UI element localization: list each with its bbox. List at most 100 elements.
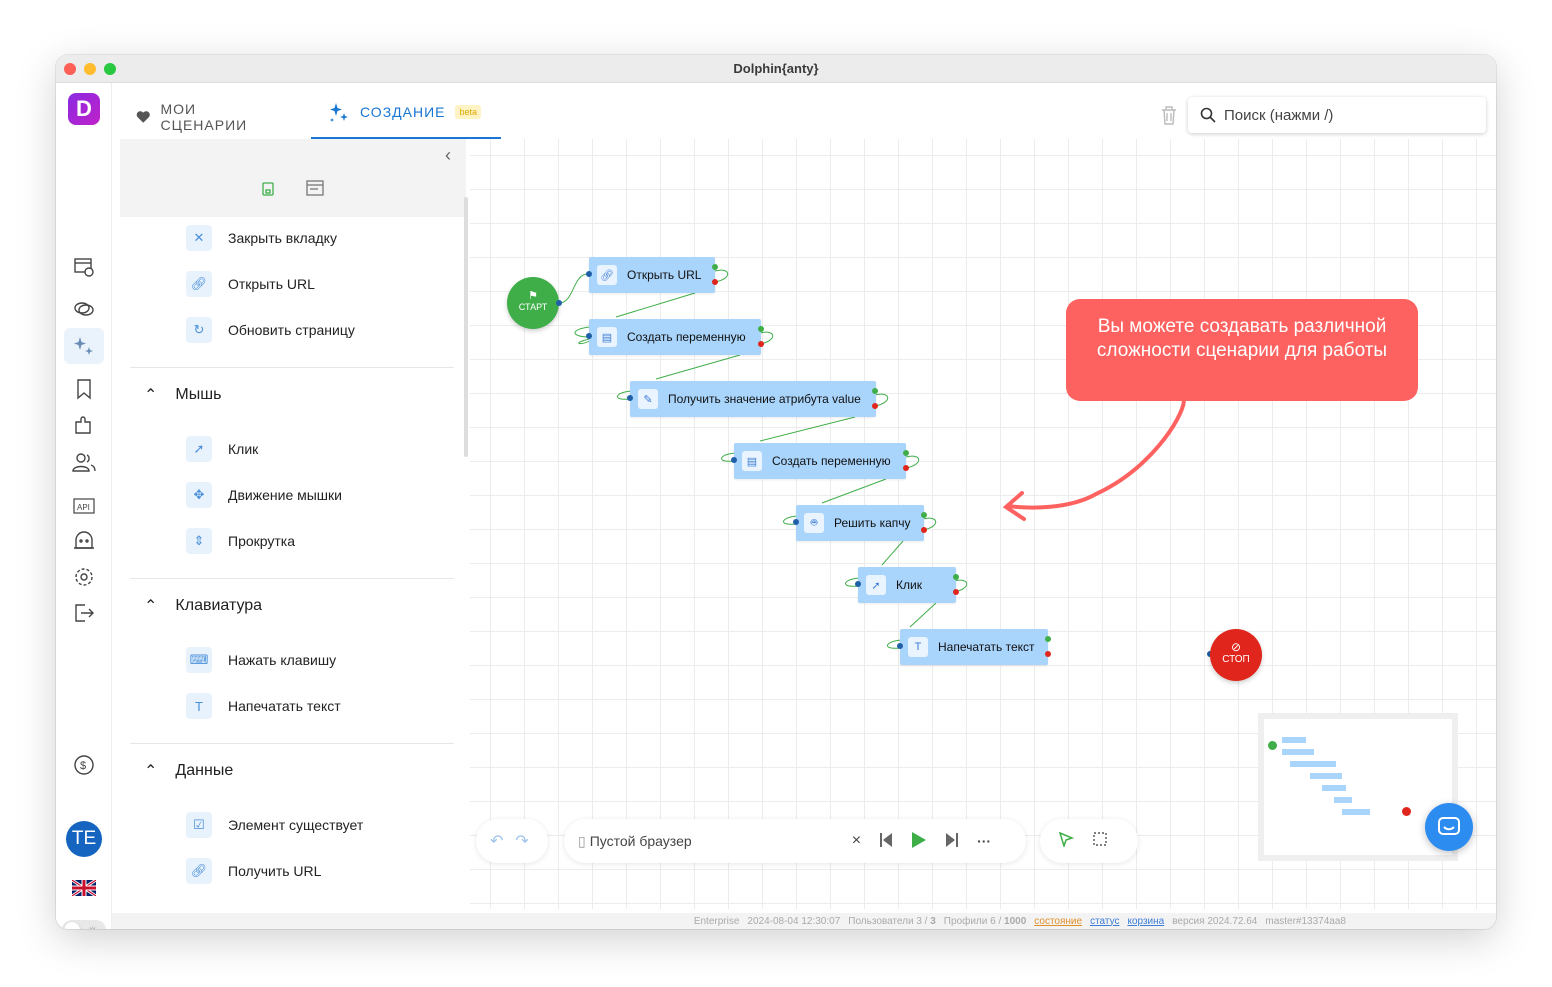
node-label: Клик xyxy=(896,578,922,592)
start-label: СТАРТ xyxy=(518,302,548,312)
browser-profiles-icon[interactable] xyxy=(72,255,96,279)
error-port[interactable] xyxy=(758,341,764,347)
node-solve-captcha[interactable]: 🤖︎ Решить капчу xyxy=(796,505,924,541)
input-port[interactable] xyxy=(793,519,799,525)
scenario-canvas[interactable]: ⚑ СТАРТ 🔗︎ Открыть URL ▤ Создать перемен… xyxy=(470,139,1496,909)
minimap-node xyxy=(1310,773,1342,779)
node-label: Получить значение атрибута value xyxy=(668,392,861,406)
node-type-text[interactable]: T Напечатать текст xyxy=(900,629,1048,665)
bookmark-icon[interactable] xyxy=(72,377,96,401)
action-mouse-move[interactable]: ✥ Движение мышки xyxy=(186,482,342,508)
error-port[interactable] xyxy=(903,465,909,471)
success-port[interactable] xyxy=(953,574,959,580)
node-create-variable[interactable]: ▤ Создать переменную xyxy=(589,319,761,355)
success-port[interactable] xyxy=(872,388,878,394)
app-logo[interactable]: D xyxy=(68,93,100,125)
action-get-url[interactable]: 🔗︎ Получить URL xyxy=(186,858,321,884)
version-label: версия 2024.72.64 xyxy=(1172,915,1258,927)
node-label: Открыть URL xyxy=(627,268,702,282)
scenarios-icon[interactable] xyxy=(72,334,96,358)
notes-icon[interactable] xyxy=(306,179,324,202)
step-forward-icon[interactable] xyxy=(945,832,959,851)
input-port[interactable] xyxy=(586,271,592,277)
error-port[interactable] xyxy=(953,589,959,595)
search-icon xyxy=(1200,107,1216,123)
error-port[interactable] xyxy=(921,527,927,533)
panel-scrollbar[interactable] xyxy=(464,197,468,457)
save-icon[interactable] xyxy=(260,181,276,202)
error-port[interactable] xyxy=(872,403,878,409)
node-open-url[interactable]: 🔗︎ Открыть URL xyxy=(589,257,715,293)
minimap-node xyxy=(1322,785,1346,791)
node-get-attribute[interactable]: ✎ Получить значение атрибута value xyxy=(630,381,876,417)
more-options-icon[interactable]: ··· xyxy=(977,833,991,849)
redo-icon[interactable]: ↷ xyxy=(515,831,528,851)
section-keyboard-header[interactable]: ⌃ Клавиатура xyxy=(144,596,262,616)
chat-icon xyxy=(1438,817,1460,835)
action-close-tab[interactable]: ✕ Закрыть вкладку xyxy=(186,225,337,251)
success-port[interactable] xyxy=(758,326,764,332)
play-icon[interactable] xyxy=(911,831,927,852)
section-data-header[interactable]: ⌃ Данные xyxy=(144,761,233,781)
theme-toggle[interactable]: ☼ xyxy=(62,920,106,929)
error-port[interactable] xyxy=(712,279,718,285)
action-label: Элемент существует xyxy=(228,817,364,833)
settings-gear-icon[interactable] xyxy=(72,565,96,589)
action-open-url[interactable]: 🔗︎ Открыть URL xyxy=(186,271,315,297)
input-port[interactable] xyxy=(586,333,592,339)
extensions-icon[interactable] xyxy=(72,413,96,437)
minimap-node xyxy=(1282,749,1314,755)
action-type-text[interactable]: T Напечатать текст xyxy=(186,693,341,719)
cart-link[interactable]: корзина xyxy=(1127,916,1164,927)
language-uk-flag-icon[interactable] xyxy=(72,876,96,900)
input-port[interactable] xyxy=(627,395,633,401)
action-label: Открыть URL xyxy=(228,276,315,292)
action-press-key[interactable]: ⌨ Нажать клавишу xyxy=(186,647,336,673)
success-port[interactable] xyxy=(712,264,718,270)
tab-create[interactable]: СОЗДАНИЕ beta xyxy=(328,101,482,123)
action-refresh-page[interactable]: ↻ Обновить страницу xyxy=(186,317,355,343)
link-icon: 🔗︎ xyxy=(186,271,212,297)
api-icon[interactable]: API xyxy=(72,494,96,518)
state-link[interactable]: состояние xyxy=(1034,916,1082,927)
status-link[interactable]: статус xyxy=(1090,916,1119,927)
section-divider xyxy=(130,367,454,368)
action-label: Клик xyxy=(228,441,259,457)
node-click[interactable]: ➚ Клик xyxy=(858,567,956,603)
area-select-icon[interactable] xyxy=(1092,831,1108,852)
heart-icon xyxy=(136,111,150,123)
input-port[interactable] xyxy=(855,581,861,587)
success-port[interactable] xyxy=(1045,636,1051,642)
search-box[interactable]: Поиск (нажми /) xyxy=(1188,97,1486,133)
start-output-port[interactable] xyxy=(556,300,562,306)
collapse-panel-chevron-icon[interactable]: ‹ xyxy=(445,145,451,166)
step-back-icon[interactable] xyxy=(879,832,893,851)
automation-bot-icon[interactable] xyxy=(72,529,96,553)
node-create-variable-2[interactable]: ▤ Создать переменную xyxy=(734,443,906,479)
action-scroll[interactable]: ⇕ Прокрутка xyxy=(186,528,295,554)
billing-dollar-icon[interactable]: $ xyxy=(72,753,96,777)
team-icon[interactable] xyxy=(72,450,96,474)
undo-icon[interactable]: ↶ xyxy=(490,831,503,851)
proxy-icon[interactable] xyxy=(72,297,96,321)
trash-icon[interactable] xyxy=(1160,105,1178,130)
browser-select[interactable]: Пустой браузер xyxy=(590,833,852,849)
section-mouse-header[interactable]: ⌃ Мышь xyxy=(144,385,221,405)
input-port[interactable] xyxy=(731,457,737,463)
action-label: Закрыть вкладку xyxy=(228,230,337,246)
input-port[interactable] xyxy=(897,643,903,649)
success-port[interactable] xyxy=(921,512,927,518)
cursor-click-icon: ➚ xyxy=(186,436,212,462)
logout-icon[interactable] xyxy=(72,601,96,625)
clear-browser-icon[interactable]: × xyxy=(852,832,861,850)
action-element-exists[interactable]: ☑ Элемент существует xyxy=(186,812,363,838)
select-cursor-icon[interactable] xyxy=(1058,831,1075,852)
tab-my-scenarios[interactable]: МОИ СЦЕНАРИИ xyxy=(136,101,253,133)
action-click[interactable]: ➚ Клик xyxy=(186,436,258,462)
support-chat-button[interactable] xyxy=(1425,803,1473,851)
user-avatar[interactable]: TE xyxy=(66,821,102,857)
stop-node[interactable]: ⊘ СТОП xyxy=(1210,629,1262,681)
error-port[interactable] xyxy=(1045,651,1051,657)
success-port[interactable] xyxy=(903,450,909,456)
start-node[interactable]: ⚑ СТАРТ xyxy=(507,277,559,329)
